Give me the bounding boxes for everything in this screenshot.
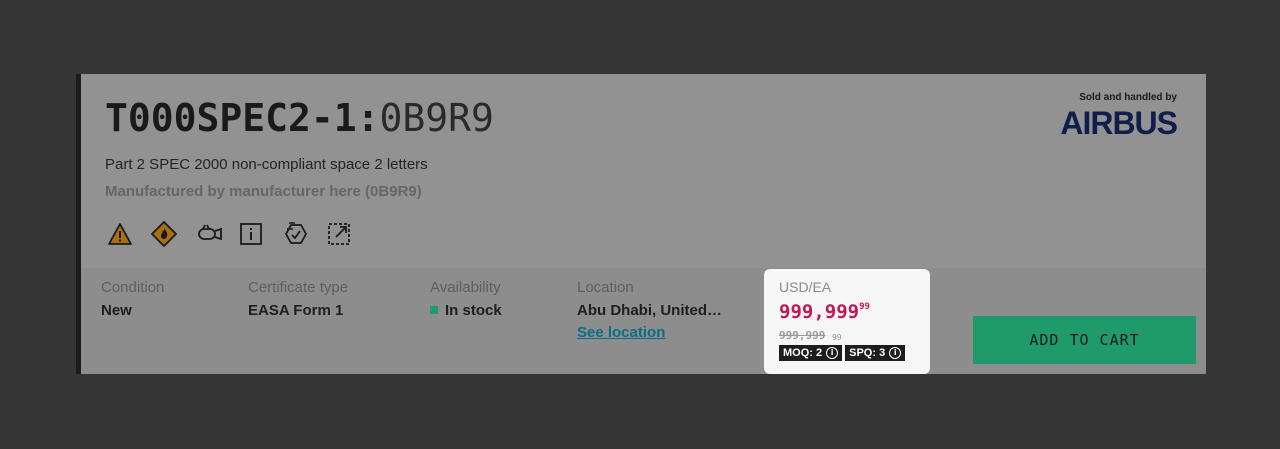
dimensions-icon[interactable] — [327, 220, 371, 248]
certificate-value: EASA Form 1 — [248, 302, 344, 319]
part-reference: T000SPEC2-1: — [105, 96, 380, 140]
old-price-main: 999,999 — [779, 329, 826, 342]
price-box: USD/EA 999,99999 999,999 99 MOQ: 2i SPQ:… — [764, 269, 930, 374]
condition-value: New — [101, 302, 132, 319]
manufacturer-code: 0B9R9 — [379, 96, 494, 140]
hazard-warning-icon[interactable] — [107, 220, 151, 248]
location-field: Location Abu Dhabi, United… See location — [577, 279, 722, 341]
availability-field: Availability In stock — [430, 279, 502, 319]
engine-part-icon[interactable] — [195, 220, 239, 248]
serialized-tag-icon[interactable] — [283, 220, 327, 248]
location-value: Abu Dhabi, United… — [577, 302, 722, 319]
availability-label: Availability — [430, 279, 501, 296]
availability-value: In stock — [430, 302, 502, 319]
current-price: 999,99999 — [779, 301, 915, 323]
certificate-label: Certificate type — [248, 279, 349, 296]
add-to-cart-button[interactable]: ADD TO CART — [973, 316, 1196, 364]
seller-block: Sold and handled by AIRBUS — [1060, 92, 1178, 141]
certificate-field: Certificate type EASA Form 1 — [248, 279, 348, 319]
location-label: Location — [577, 279, 634, 296]
seller-label: Sold and handled by — [1079, 92, 1177, 103]
flammable-icon[interactable] — [151, 220, 195, 248]
availability-text: In stock — [445, 302, 502, 319]
product-description: Part 2 SPEC 2000 non-compliant space 2 l… — [105, 156, 428, 173]
info-icon[interactable]: i — [826, 347, 839, 359]
part-number: T000SPEC2-1:0B9R9 — [105, 96, 494, 140]
condition-field: Condition New — [101, 279, 164, 319]
price-cents: 99 — [859, 302, 870, 312]
manufacturer-line: Manufactured by manufacturer here (0B9R9… — [105, 183, 422, 200]
old-price-cents: 99 — [831, 333, 842, 342]
info-icon[interactable] — [239, 220, 283, 248]
old-price: 999,999 99 — [779, 329, 915, 342]
quantity-tags: MOQ: 2i SPQ: 3i — [779, 345, 915, 361]
moq-text: MOQ: 2 — [783, 347, 823, 359]
feature-icons — [107, 220, 371, 248]
spq-text: SPQ: 3 — [849, 347, 886, 359]
see-location-link[interactable]: See location — [577, 324, 722, 341]
info-icon[interactable]: i — [889, 347, 902, 359]
seller-logo: AIRBUS — [1060, 105, 1178, 141]
price-unit: USD/EA — [779, 279, 832, 295]
in-stock-indicator — [430, 306, 438, 314]
price-main: 999,999 — [779, 301, 860, 323]
condition-label: Condition — [101, 279, 165, 296]
spq-tag[interactable]: SPQ: 3i — [845, 345, 906, 361]
moq-tag[interactable]: MOQ: 2i — [779, 345, 843, 361]
